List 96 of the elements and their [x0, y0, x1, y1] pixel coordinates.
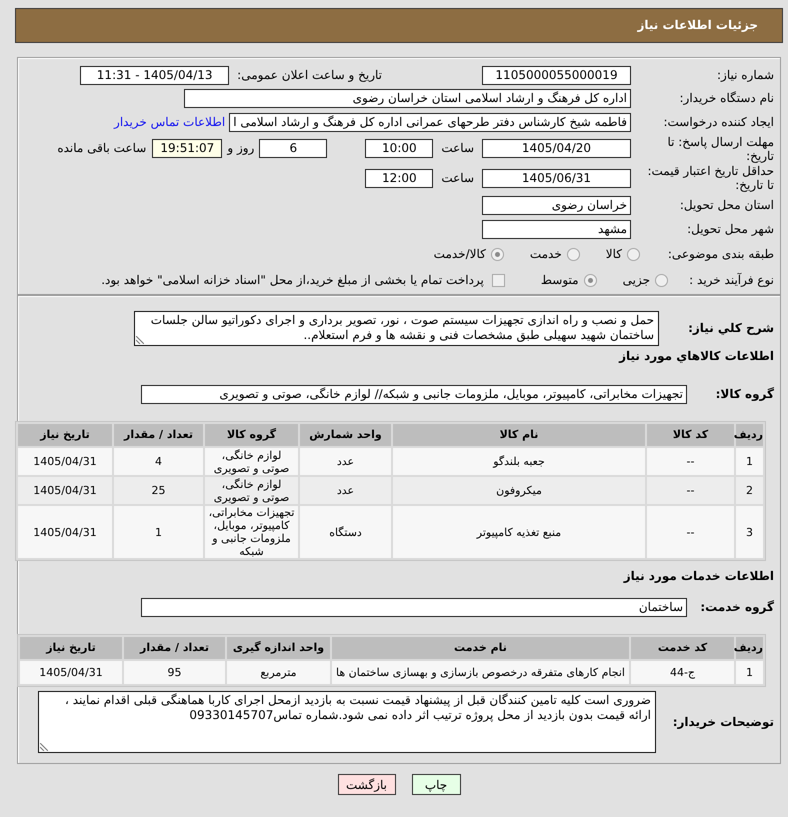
resize-grip-icon[interactable] — [40, 743, 48, 751]
table-cell: 3 — [736, 506, 763, 558]
field-label: استان محل تحویل: — [678, 198, 774, 212]
group-field[interactable]: تجهیزات مخابراتی، کامپیوتر، موبایل، ملزومات جانبی و شبکه// لوازم خانگی، صوتی و تصویری — [141, 385, 687, 404]
time-field[interactable]: 12:00 — [365, 168, 434, 188]
table-cell: 1 — [736, 448, 763, 475]
table-cell: ج-44 — [631, 661, 734, 684]
radio-button[interactable] — [566, 248, 580, 260]
field-label: ساعت باقی مانده — [57, 141, 146, 156]
date-field[interactable]: 1405/04/20 — [482, 139, 631, 158]
table-cell: عدد — [300, 477, 391, 504]
field-label: شهر محل تحویل: — [686, 222, 774, 236]
need-number-field[interactable]: 1105000055000019 — [482, 66, 631, 85]
table-cell: 2 — [736, 477, 763, 504]
table-cell: تجهیزات مخابراتی، کامپیوتر، موبایل، ملزومات جانبی و شبکه — [205, 506, 298, 558]
table-cell: 95 — [124, 661, 225, 684]
column-header: نام خدمت — [332, 637, 629, 659]
table-cell: میکروفون — [393, 477, 645, 504]
column-header: تاریخ نیاز — [18, 424, 112, 446]
table-cell: 1405/04/31 — [18, 506, 112, 558]
buyer-notes-text: ضروری است کلیه تامین کنندگان قبل از پیشنهاد قیمت نسبت به بازدید ازمحل اجرای کاربا هماهنگی قبلی اقدام نمایند ، ارائه قیمت بدون بازدید از محل پروژه ترتیب اثر داده نمی شود.شماره تماس09330145707 — [65, 693, 651, 722]
table-cell: لوازم خانگی، صوتی و تصویری — [205, 448, 298, 475]
date-field[interactable]: 1405/06/31 — [482, 168, 631, 188]
contact-info-link[interactable]: اطلاعات تماس خریدار — [114, 114, 226, 130]
buyer-notes-text-area[interactable]: ضروری است کلیه تامین کنندگان قبل از پیشنهاد قیمت نسبت به بازدید ازمحل اجرای کاربا هماهنگی قبلی اقدام نمایند ، ارائه قیمت بدون بازدید از محل پروژه ترتیب اثر داده نمی شود.شماره تماس09330145707 — [38, 691, 656, 753]
radio-button[interactable] — [490, 248, 504, 260]
table-cell: 1405/04/31 — [20, 661, 122, 684]
table-cell: 1 — [114, 506, 203, 558]
table-cell: 1 — [736, 661, 763, 684]
field-label: روز و — [227, 141, 254, 156]
field-label: مهلت ارسال پاسخ: تا تاریخ: — [666, 134, 774, 162]
announce-date-field[interactable]: 1405/04/13 - 11:31 — [80, 66, 230, 85]
column-header: نام کالا — [393, 424, 645, 446]
field-label: گروه کالا: — [714, 387, 774, 402]
field-label: حداقل تاریخ اعتبار قیمت: تا تاریخ: — [646, 164, 774, 192]
print-button[interactable]: چاپ — [412, 774, 460, 795]
column-header: ردیف — [736, 637, 763, 659]
table-cell: -- — [647, 506, 734, 558]
radio-button[interactable] — [584, 274, 597, 286]
field-label: ساعت — [441, 141, 474, 156]
field-label: نوع فرآیند خرید : — [688, 272, 774, 288]
radio-label: کالا — [606, 246, 622, 262]
field-label: طبقه بندی موضوعی: — [666, 246, 774, 262]
table-cell: لوازم خانگی، صوتی و تصویری — [205, 477, 298, 504]
requester-field[interactable]: فاطمه شیخ کارشناس دفتر طرحهای عمرانی اداره کل فرهنگ و ارشاد اسلامی ا — [229, 112, 631, 132]
column-header: ردیف — [736, 424, 763, 446]
table-cell: عدد — [300, 448, 391, 475]
table-cell: منبع تغذیه کامپیوتر — [393, 506, 645, 558]
table-cell: 4 — [114, 448, 203, 475]
table-cell: انجام کارهای متفرقه درخصوص بازسازی و بهسازی ساختمان ها — [332, 661, 629, 684]
field-label: تاریخ و ساعت اعلان عمومی: — [237, 68, 382, 83]
column-header: گروه کالا — [205, 424, 298, 446]
table-cell: 1405/04/31 — [18, 477, 112, 504]
column-header: تعداد / مقدار — [114, 424, 203, 446]
table-cell: -- — [647, 477, 734, 504]
buyer-org-field[interactable]: اداره کل فرهنگ و ارشاد اسلامی استان خراسان رضوی — [184, 89, 631, 108]
radio-label: متوسط — [540, 272, 579, 288]
remaining-time-field[interactable]: 19:51:07 — [152, 139, 222, 158]
table-cell: مترمربع — [227, 661, 330, 684]
section-heading: اطلاعات کالاهاي مورد نیاز — [618, 349, 775, 364]
field-label: ساعت — [441, 170, 474, 186]
column-header: کد کالا — [647, 424, 734, 446]
field-label: توضیحات خریدار: — [672, 714, 774, 730]
section-heading: اطلاعات خدمات مورد نیاز — [622, 569, 775, 584]
table-cell: -- — [647, 448, 734, 475]
group-field[interactable]: ساختمان — [141, 598, 687, 617]
column-header: واحد شمارش — [300, 424, 391, 446]
page-title: جزئیات اطلاعات نیاز — [637, 18, 758, 33]
time-field[interactable]: 10:00 — [365, 139, 434, 158]
province-field[interactable]: خراسان رضوی — [482, 196, 631, 214]
radio-label: خدمت — [530, 246, 562, 262]
back-button[interactable]: بازگشت — [338, 774, 396, 795]
field-label: شرح کلي نیاز: — [687, 321, 774, 336]
column-header: کد خدمت — [631, 637, 734, 659]
column-header: تعداد / مقدار — [124, 637, 225, 659]
days-field[interactable]: 6 — [259, 139, 328, 158]
radio-label: جزیی — [622, 272, 650, 288]
field-label: ایجاد کننده درخواست: — [662, 114, 774, 130]
radio-label: کالا/خدمت — [434, 246, 486, 262]
column-header: تاریخ نیاز — [20, 637, 122, 659]
description-text-area[interactable]: حمل و نصب و راه اندازی تجهیزات سیستم صوت ، نور، تصویر برداری و اجرای دکوراتیو سالن جلسات ساختمان شهید سهیلی طبق مشخصات فنی و نقشه ها و فرم استعلام.. — [134, 311, 659, 346]
table-cell: 1405/04/31 — [18, 448, 112, 475]
table-cell: 25 — [114, 477, 203, 504]
field-label: شماره نیاز: — [716, 68, 774, 83]
table-cell: دستگاه — [300, 506, 391, 558]
radio-button[interactable] — [655, 274, 668, 286]
description-text: حمل و نصب و راه اندازی تجهیزات سیستم صوت ، نور، تصویر برداری و اجرای دکوراتیو سالن جلسات ساختمان شهید سهیلی طبق مشخصات فنی و نقشه ها و فرم استعلام.. — [150, 313, 654, 342]
radio-button[interactable] — [627, 248, 640, 260]
field-label: نام دستگاه خریدار: — [678, 91, 774, 106]
resize-grip-icon[interactable] — [136, 336, 144, 344]
table-cell: جعبه بلندگو — [393, 448, 645, 475]
column-header: واحد اندازه گیری — [227, 637, 330, 659]
checkbox[interactable] — [492, 274, 505, 286]
checkbox-label: پرداخت تمام یا بخشی از مبلغ خرید،از محل "اسناد خزانه اسلامی" خواهد بود. — [101, 272, 484, 288]
field-label: گروه خدمت: — [699, 600, 774, 615]
city-field[interactable]: مشهد — [482, 220, 631, 238]
